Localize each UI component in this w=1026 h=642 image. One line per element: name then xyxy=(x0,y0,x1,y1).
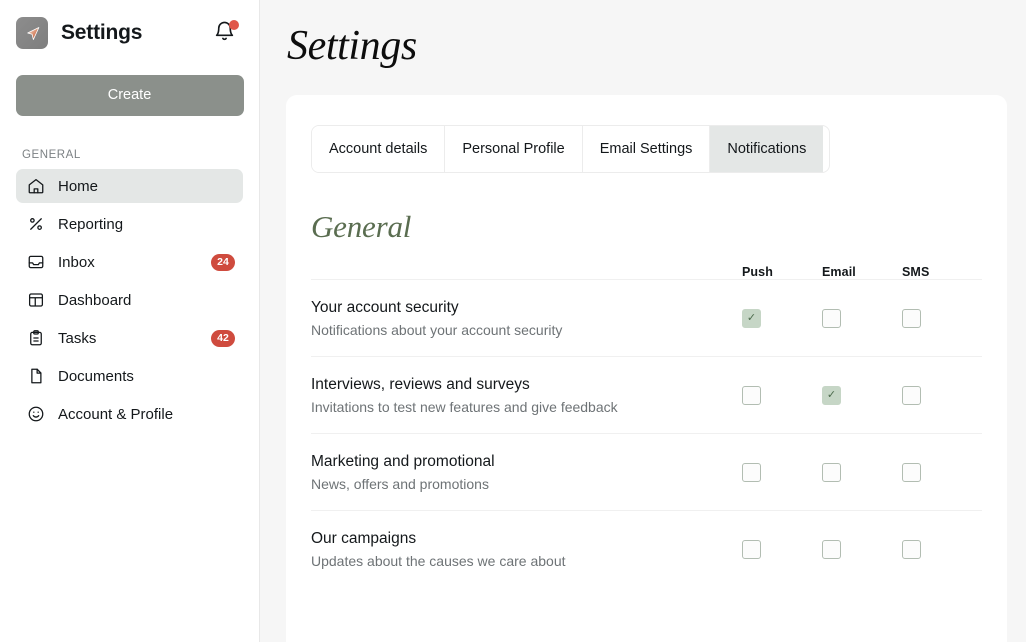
checkbox-email[interactable]: ✓ xyxy=(822,308,841,328)
cell-push: ✓ xyxy=(742,385,822,405)
sidebar-item-label: Tasks xyxy=(58,329,97,347)
sidebar-item-account-profile[interactable]: Account & Profile xyxy=(16,397,243,431)
cell-email: ✓ xyxy=(822,539,902,559)
home-icon xyxy=(26,177,45,196)
sidebar-item-label: Account & Profile xyxy=(58,405,174,423)
cell-email: ✓ xyxy=(822,462,902,482)
main-content: Settings Account details Personal Profil… xyxy=(260,0,1026,642)
table-row: Our campaigns Updates about the causes w… xyxy=(311,510,982,587)
sidebar-item-dashboard[interactable]: Dashboard xyxy=(16,283,243,317)
sidebar-badge-tasks: 42 xyxy=(211,329,235,347)
app-root: Settings Create GENERAL Home Reporting I… xyxy=(0,0,1026,642)
sidebar-item-label: Home xyxy=(58,177,99,195)
sidebar-item-documents[interactable]: Documents xyxy=(16,359,243,393)
row-text: Your account security Notifications abou… xyxy=(311,299,742,338)
checkbox-push[interactable]: ✓ xyxy=(742,385,761,405)
document-icon xyxy=(26,367,45,386)
row-title: Marketing and promotional xyxy=(311,452,495,470)
sidebar-item-label: Inbox xyxy=(58,253,95,271)
sidebar-item-inbox[interactable]: Inbox 24 xyxy=(16,245,243,279)
sidebar: Settings Create GENERAL Home Reporting I… xyxy=(0,0,260,642)
sidebar-item-home[interactable]: Home xyxy=(16,169,243,203)
checkbox-push[interactable]: ✓ xyxy=(742,539,761,559)
row-title: Our campaigns xyxy=(311,529,417,547)
cell-push: ✓ xyxy=(742,462,822,482)
checkbox-sms[interactable]: ✓ xyxy=(902,462,921,482)
column-header-push: Push xyxy=(742,265,773,279)
tab-notifications[interactable]: Notifications xyxy=(710,126,824,172)
table-header-row: Push Email SMS xyxy=(311,245,982,279)
cell-email: ✓ xyxy=(822,385,902,405)
cell-sms: ✓ xyxy=(902,462,982,482)
checkbox-push[interactable]: ✓ xyxy=(742,308,761,328)
sidebar-badge-inbox: 24 xyxy=(211,253,235,271)
table-row: Marketing and promotional News, offers a… xyxy=(311,433,982,510)
checkbox-email[interactable]: ✓ xyxy=(822,462,841,482)
sidebar-item-reporting[interactable]: Reporting xyxy=(16,207,243,241)
notifications-table: Push Email SMS Your account security Not… xyxy=(286,245,1007,587)
row-subtitle: Notifications about your account securit… xyxy=(311,321,563,338)
settings-card: Account details Personal Profile Email S… xyxy=(286,95,1007,642)
tab-personal-profile[interactable]: Personal Profile xyxy=(445,126,583,172)
checkbox-email[interactable]: ✓ xyxy=(822,385,841,405)
sidebar-item-label: Reporting xyxy=(58,215,124,233)
cell-push: ✓ xyxy=(742,539,822,559)
smiley-icon xyxy=(26,405,45,424)
checkbox-sms[interactable]: ✓ xyxy=(902,308,921,328)
notification-unread-dot xyxy=(229,20,239,30)
sidebar-item-label: Dashboard xyxy=(58,291,132,309)
cell-push: ✓ xyxy=(742,308,822,328)
sidebar-item-tasks[interactable]: Tasks 42 xyxy=(16,321,243,355)
row-subtitle: News, offers and promotions xyxy=(311,475,489,492)
row-title: Interviews, reviews and surveys xyxy=(311,375,530,393)
cell-email: ✓ xyxy=(822,308,902,328)
checkbox-email[interactable]: ✓ xyxy=(822,539,841,559)
column-header-email: Email xyxy=(822,265,856,279)
sidebar-nav: Home Reporting Inbox 24 Dashboard Tasks … xyxy=(0,169,259,431)
checkbox-sms[interactable]: ✓ xyxy=(902,385,921,405)
checkbox-push[interactable]: ✓ xyxy=(742,462,761,482)
tab-account-details[interactable]: Account details xyxy=(312,126,446,172)
checkbox-sms[interactable]: ✓ xyxy=(902,539,921,559)
table-row: Interviews, reviews and surveys Invitati… xyxy=(311,356,982,433)
row-title: Your account security xyxy=(311,298,459,316)
row-subtitle: Invitations to test new features and giv… xyxy=(311,398,618,415)
sidebar-item-label: Documents xyxy=(58,367,134,385)
cell-sms: ✓ xyxy=(902,308,982,328)
tab-email-settings[interactable]: Email Settings xyxy=(582,126,711,172)
row-text: Interviews, reviews and surveys Invitati… xyxy=(311,376,742,415)
dashboard-icon xyxy=(26,291,45,310)
cell-sms: ✓ xyxy=(902,385,982,405)
paper-plane-icon xyxy=(16,17,48,49)
cell-sms: ✓ xyxy=(902,539,982,559)
inbox-icon xyxy=(26,253,45,272)
table-row: Your account security Notifications abou… xyxy=(311,279,982,356)
column-header-sms: SMS xyxy=(902,265,930,279)
percent-icon xyxy=(26,215,45,234)
sidebar-section-label: GENERAL xyxy=(22,149,81,161)
row-subtitle: Updates about the causes we care about xyxy=(311,552,566,569)
row-text: Our campaigns Updates about the causes w… xyxy=(311,530,742,569)
notification-bell-button[interactable] xyxy=(213,20,239,46)
page-title: Settings xyxy=(287,23,417,69)
row-text: Marketing and promotional News, offers a… xyxy=(311,453,742,492)
section-title-general: General xyxy=(311,209,412,244)
brand-row: Settings xyxy=(16,10,243,56)
create-button[interactable]: Create xyxy=(15,75,244,116)
clipboard-icon xyxy=(26,329,45,348)
settings-tabs: Account details Personal Profile Email S… xyxy=(311,125,830,173)
brand-title: Settings xyxy=(61,21,143,44)
